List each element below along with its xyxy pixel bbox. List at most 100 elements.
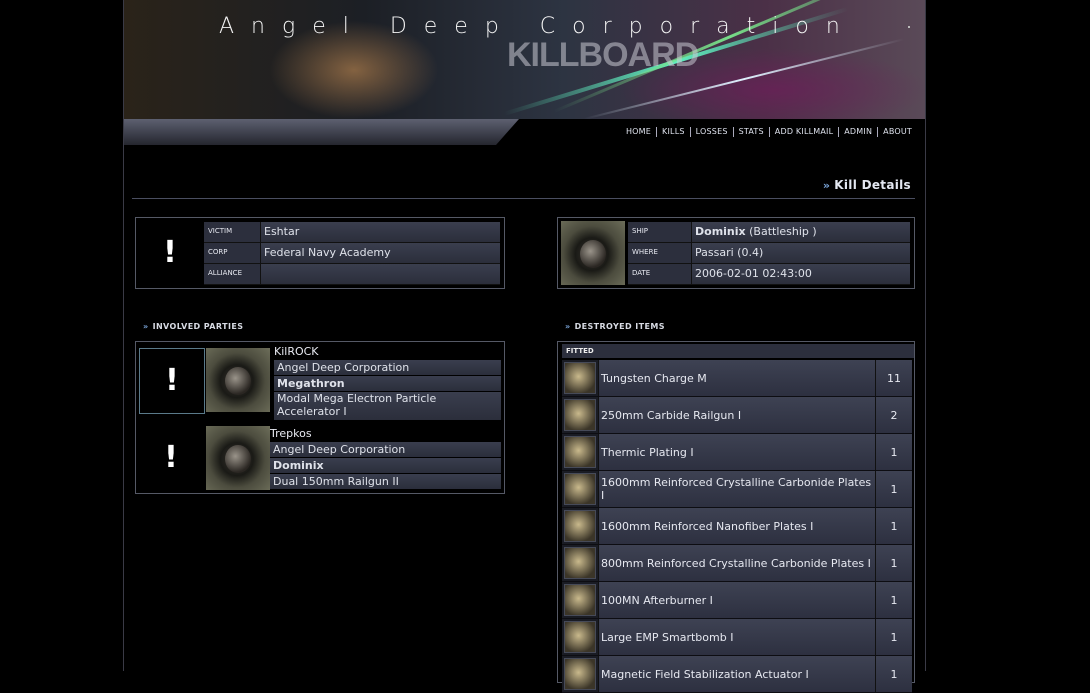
ship-name[interactable]: Dominix	[695, 225, 746, 238]
nav-home[interactable]: Home	[621, 127, 658, 137]
ammo-icon[interactable]	[564, 362, 596, 394]
item-qty: 11	[875, 360, 912, 396]
item-name[interactable]: 1600mm Reinforced Nanofiber Plates I	[598, 508, 875, 544]
item-row: 100MN Afterburner I1	[562, 582, 912, 619]
nav-bar: Home Kills Losses Stats Add Killmail Adm…	[124, 119, 925, 145]
kill-date: 2006-02-01 02:43:00	[691, 264, 910, 285]
afterburner-icon[interactable]	[564, 584, 596, 616]
party-weapon[interactable]: Modal Mega Electron Particle Accelerator…	[274, 392, 501, 420]
nav-stats[interactable]: Stats	[734, 127, 770, 137]
ship-class: (Battleship )	[749, 225, 817, 238]
page-title: » Kill Details	[823, 178, 911, 192]
date-label: Date	[628, 264, 691, 285]
item-name[interactable]: Large EMP Smartbomb I	[598, 619, 875, 655]
title-divider	[132, 198, 915, 199]
item-row: 1600mm Reinforced Nanofiber Plates I1	[562, 508, 912, 545]
party-ship-icon[interactable]	[206, 348, 270, 412]
item-name[interactable]: 250mm Carbide Railgun I	[598, 397, 875, 433]
stabilizer-icon[interactable]	[564, 658, 596, 690]
ship-label: Ship	[628, 222, 691, 243]
victim-corp[interactable]: Federal Navy Academy	[260, 243, 500, 264]
destroyed-items-title: » Destroyed Items	[565, 322, 665, 331]
item-name[interactable]: Magnetic Field Stabilization Actuator I	[598, 656, 875, 692]
party-portrait[interactable]: !	[139, 348, 205, 414]
nav-about[interactable]: About	[878, 127, 917, 137]
item-row: 800mm Reinforced Crystalline Carbonide P…	[562, 545, 912, 582]
party-name[interactable]: Trepkos	[270, 426, 501, 442]
double-chevron-icon: »	[822, 179, 831, 192]
party-row: ! KilROCK Angel Deep Corporation Megathr…	[139, 345, 501, 420]
nav-add-killmail[interactable]: Add Killmail	[770, 127, 840, 137]
item-name[interactable]: 1600mm Reinforced Crystalline Carbonide …	[598, 471, 875, 507]
party-ship[interactable]: Megathron	[274, 376, 501, 391]
victim-alliance[interactable]	[260, 264, 500, 285]
destroyed-items-text: Destroyed Items	[574, 322, 665, 331]
party-ship-icon[interactable]	[206, 426, 270, 490]
item-row: 250mm Carbide Railgun I2	[562, 397, 912, 434]
involved-parties-box: ! KilROCK Angel Deep Corporation Megathr…	[135, 341, 505, 494]
victim-box: ! Victim Eshtar Corp Federal Navy Academ…	[135, 217, 505, 289]
item-name[interactable]: Tungsten Charge M	[598, 360, 875, 396]
corp-label: Corp	[204, 243, 260, 264]
item-qty: 1	[875, 656, 912, 692]
item-row: 1600mm Reinforced Crystalline Carbonide …	[562, 471, 912, 508]
party-ship[interactable]: Dominix	[270, 458, 501, 473]
party-info: KilROCK Angel Deep Corporation Megathron…	[274, 344, 501, 421]
item-icon-cell	[562, 545, 598, 581]
header-banner: Angel Deep Corporation KILLBOARD	[124, 0, 925, 119]
victim-label: Victim	[204, 222, 260, 243]
party-corp[interactable]: Angel Deep Corporation	[270, 442, 501, 457]
party-row: ! Trepkos Angel Deep Corporation Dominix…	[139, 426, 501, 492]
decorative-dot	[908, 26, 910, 28]
item-qty: 1	[875, 508, 912, 544]
party-portrait[interactable]: !	[139, 426, 203, 490]
plating-icon[interactable]	[564, 436, 596, 468]
party-info: Trepkos Angel Deep Corporation Dominix D…	[270, 426, 501, 490]
item-qty: 1	[875, 434, 912, 470]
item-icon-cell	[562, 360, 598, 396]
victim-portrait[interactable]: !	[138, 221, 202, 285]
item-name[interactable]: Thermic Plating I	[598, 434, 875, 470]
ship-value[interactable]: Dominix (Battleship )	[691, 222, 910, 243]
page-frame: Angel Deep Corporation KILLBOARD Home Ki…	[123, 0, 926, 693]
ship-location[interactable]: Passari (0.4)	[691, 243, 910, 264]
nav-admin[interactable]: Admin	[839, 127, 879, 137]
ship-details: Ship Dominix (Battleship ) Where Passari…	[628, 222, 910, 285]
item-row: Magnetic Field Stabilization Actuator I1	[562, 656, 912, 693]
killboard-logo: KILLBOARD	[507, 36, 699, 74]
double-chevron-icon: »	[565, 322, 571, 331]
item-icon-cell	[562, 397, 598, 433]
ship-icon[interactable]	[561, 221, 625, 285]
item-row: Thermic Plating I1	[562, 434, 912, 471]
item-icon-cell	[562, 434, 598, 470]
armor-plate-icon[interactable]	[564, 473, 596, 505]
armor-plate-icon[interactable]	[564, 510, 596, 542]
ship-box: Ship Dominix (Battleship ) Where Passari…	[557, 217, 915, 289]
item-qty: 1	[875, 619, 912, 655]
fitted-header: Fitted	[562, 344, 914, 358]
item-icon-cell	[562, 508, 598, 544]
item-icon-cell	[562, 471, 598, 507]
party-name[interactable]: KilROCK	[274, 344, 501, 360]
nav-bar-bevel	[124, 119, 519, 145]
nav-losses[interactable]: Losses	[691, 127, 734, 137]
victim-name[interactable]: Eshtar	[260, 222, 500, 243]
party-weapon[interactable]: Dual 150mm Railgun II	[270, 474, 501, 489]
party-corp[interactable]: Angel Deep Corporation	[274, 360, 501, 375]
item-row: Tungsten Charge M 11	[562, 360, 912, 397]
item-qty: 1	[875, 545, 912, 581]
armor-plate-icon[interactable]	[564, 547, 596, 579]
smartbomb-icon[interactable]	[564, 621, 596, 653]
item-qty: 2	[875, 397, 912, 433]
item-row: Large EMP Smartbomb I1	[562, 619, 912, 656]
page-title-text: Kill Details	[834, 178, 911, 192]
nav-kills[interactable]: Kills	[657, 127, 691, 137]
item-qty: 1	[875, 582, 912, 618]
railgun-icon[interactable]	[564, 399, 596, 431]
item-name[interactable]: 800mm Reinforced Crystalline Carbonide P…	[598, 545, 875, 581]
item-name[interactable]: 100MN Afterburner I	[598, 582, 875, 618]
item-icon-cell	[562, 619, 598, 655]
alliance-label: Alliance	[204, 264, 260, 285]
item-icon-cell	[562, 582, 598, 618]
involved-parties-text: Involved Parties	[152, 322, 244, 331]
